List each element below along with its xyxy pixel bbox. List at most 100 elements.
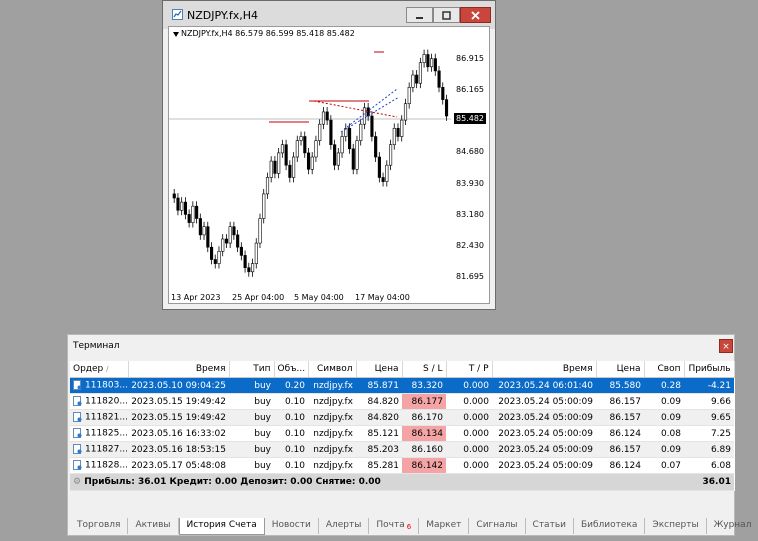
- order-icon: [73, 444, 82, 455]
- table-header-row: Ордер / Время Тип Объ... Символ Цена S /…: [70, 361, 735, 378]
- candle-body: [280, 144, 284, 154]
- profit-cell: 6.08: [684, 457, 734, 474]
- candle-body: [321, 111, 326, 125]
- candle-body: [277, 152, 281, 174]
- x-tick: 5 May 04:00: [294, 293, 344, 302]
- candle-body: [407, 87, 411, 105]
- candle-body: [187, 214, 191, 223]
- column-header-open-price[interactable]: Цена: [356, 361, 403, 378]
- tp-cell: 0.000: [446, 425, 492, 442]
- table-row[interactable]: 111827... 2023.05.16 18:53:15 buy 0.10 nzdjp…: [70, 441, 734, 458]
- order-icon: [73, 412, 82, 423]
- candle-body: [392, 128, 396, 146]
- candle-body: [224, 238, 229, 244]
- history-table[interactable]: Ордер / Время Тип Объ... Символ Цена S /…: [70, 361, 735, 491]
- order-icon: [73, 380, 82, 391]
- candle-body: [206, 226, 210, 248]
- chart-window[interactable]: NZDJPY.fx,H4 NZDJPY.fx,H4 86.579 86.599 …: [162, 0, 496, 310]
- column-header-symbol[interactable]: Символ: [308, 361, 357, 378]
- tab-signals[interactable]: Сигналы: [469, 518, 526, 534]
- tab-library[interactable]: Библиотека: [574, 518, 646, 534]
- candle-body: [351, 148, 355, 170]
- swap-cell: 0.09: [644, 393, 684, 410]
- price-chart[interactable]: NZDJPY.fx,H4 86.579 86.599 85.418 85.482…: [168, 26, 490, 304]
- candle-body: [288, 164, 292, 178]
- tab-account-history[interactable]: История Счета: [178, 518, 265, 535]
- tab-trade[interactable]: Торговля: [70, 518, 129, 534]
- close-price-cell: 86.157: [596, 393, 644, 410]
- y-tick: 82.430: [456, 241, 484, 250]
- sl-cell: 86.142: [402, 457, 446, 474]
- tab-journal[interactable]: Журнал: [707, 518, 758, 534]
- maximize-button[interactable]: [433, 7, 460, 23]
- tab-assets[interactable]: Активы: [128, 518, 179, 534]
- terminal-close-button[interactable]: ×: [719, 339, 733, 353]
- open-price-cell: 85.203: [356, 441, 402, 458]
- tab-news[interactable]: Новости: [265, 518, 319, 534]
- tab-alerts[interactable]: Алерты: [319, 518, 370, 534]
- open-price-cell: 85.871: [356, 377, 402, 394]
- candle-body: [314, 140, 318, 158]
- summary-total: 36.01: [684, 473, 734, 491]
- sl-cell: 86.134: [402, 425, 446, 442]
- tab-market[interactable]: Маркет: [419, 518, 470, 534]
- tp-cell: 0.000: [446, 377, 492, 394]
- candle-body: [243, 255, 247, 268]
- sl-cell: 86.160: [402, 441, 446, 458]
- order-id: 111828...: [85, 460, 128, 471]
- y-tick: 83.930: [456, 179, 484, 188]
- volume-cell: 0.10: [274, 409, 308, 426]
- table-row[interactable]: 111820... 2023.05.15 19:49:42 buy 0.10 nzdjp…: [70, 393, 734, 410]
- candle-body: [172, 193, 176, 199]
- type-cell: buy: [229, 393, 274, 410]
- tp-cell: 0.000: [446, 441, 492, 458]
- chart-titlebar[interactable]: NZDJPY.fx,H4: [163, 1, 495, 29]
- close-time-cell: 2023.05.24 05:00:09: [492, 393, 596, 410]
- close-button[interactable]: [460, 7, 491, 23]
- close-time-cell: 2023.05.24 05:00:09: [492, 409, 596, 426]
- column-header-close-time[interactable]: Время: [492, 361, 597, 378]
- candle-body: [183, 201, 188, 215]
- table-row[interactable]: 111828... 2023.05.17 05:48:08 buy 0.10 nzdjp…: [70, 457, 734, 474]
- candle-body: [418, 62, 422, 84]
- profit-cell: 6.89: [684, 441, 734, 458]
- column-header-sl[interactable]: S / L: [402, 361, 447, 378]
- close-time-cell: 2023.05.24 06:01:40: [492, 377, 596, 394]
- column-header-type[interactable]: Тип: [229, 361, 275, 378]
- table-row[interactable]: 111825... 2023.05.16 16:33:02 buy 0.10 nzdjp…: [70, 425, 734, 442]
- summary-icon: ⚙: [73, 477, 82, 487]
- candle-body: [303, 136, 307, 154]
- column-header-volume[interactable]: Объ...: [274, 361, 309, 378]
- column-header-open-time[interactable]: Время: [128, 361, 230, 378]
- order-id: 111825...: [85, 428, 128, 439]
- column-header-order[interactable]: Ордер /: [70, 361, 129, 378]
- column-header-swap[interactable]: Своп: [644, 361, 685, 378]
- close-price-cell: 86.124: [596, 425, 644, 442]
- tab-articles[interactable]: Статьи: [526, 518, 574, 534]
- order-cell: 111821...: [70, 409, 128, 426]
- open-price-cell: 85.121: [356, 425, 402, 442]
- profit-cell: 7.25: [684, 425, 734, 442]
- terminal-panel[interactable]: Терминал × Ордер / Время Тип Объ... Симв…: [67, 334, 751, 536]
- order-cell: 111828...: [70, 457, 128, 474]
- column-header-tp[interactable]: T / P: [446, 361, 493, 378]
- tab-mailbox[interactable]: Почта 6: [369, 518, 420, 534]
- minimize-button[interactable]: [406, 7, 433, 23]
- tab-experts[interactable]: Эксперты: [645, 518, 707, 534]
- candle-body: [362, 107, 367, 125]
- column-header-close-price[interactable]: Цена: [596, 361, 645, 378]
- column-header-profit[interactable]: Прибыль: [684, 361, 735, 378]
- type-cell: buy: [229, 425, 274, 442]
- candle-body: [325, 111, 329, 121]
- swap-cell: 0.09: [644, 441, 684, 458]
- table-row[interactable]: 111803... 2023.05.10 09:04:25 buy 0.20 nzdjp…: [70, 377, 734, 394]
- candle-body: [239, 246, 243, 256]
- maximize-icon: [442, 10, 451, 20]
- table-row[interactable]: 111821... 2023.05.15 19:49:42 buy 0.10 nzdjp…: [70, 409, 734, 426]
- candle-body: [273, 160, 277, 174]
- candle-body: [262, 193, 266, 219]
- close-price-cell: 86.124: [596, 457, 644, 474]
- close-price-cell: 86.157: [596, 441, 644, 458]
- candle-body: [422, 54, 426, 64]
- open-price-cell: 85.281: [356, 457, 402, 474]
